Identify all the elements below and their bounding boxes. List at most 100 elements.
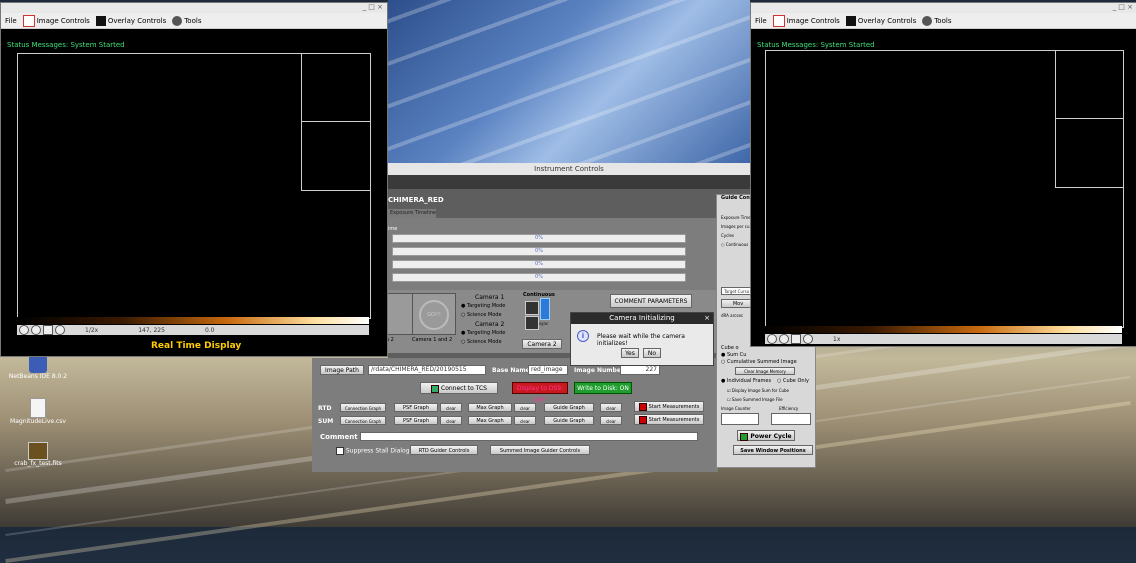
zoom-reset-icon[interactable] (55, 325, 65, 335)
rtd-guider-controls-button[interactable]: RTD Guider Controls (410, 445, 478, 455)
rtd-clear-button[interactable]: clear (440, 403, 462, 412)
continuous-toggle-1[interactable] (525, 301, 539, 315)
menu-overlay-controls[interactable]: Overlay Controls (95, 15, 166, 26)
clear-memory-button[interactable]: Clear Image Memory (735, 367, 795, 375)
desktop-icon-csv[interactable]: MagnitudeLive.csv (8, 398, 68, 425)
status-message: Status Messages: System Started (7, 41, 125, 49)
power-cycle-button[interactable]: Power Cycle (737, 430, 795, 441)
menu-tools[interactable]: Tools (172, 15, 201, 26)
desktop-icon-label: MagnitudeLive.csv (10, 418, 66, 425)
camera-1-and-2-button[interactable]: GO!!! (412, 293, 456, 335)
window-controls[interactable]: _ □ × (1113, 3, 1133, 11)
image-counter-label: Image Counter (721, 406, 751, 411)
summed-guider-controls-button[interactable]: Summed Image Guider Controls (490, 445, 590, 455)
right-menubar: File Image Controls Overlay Controls Too… (751, 13, 1136, 29)
zoom-out-icon[interactable] (779, 334, 789, 344)
yes-button[interactable]: Yes (621, 348, 639, 358)
zoom-fit-icon[interactable] (791, 334, 801, 344)
menu-overlay-controls[interactable]: Overlay Controls (845, 15, 916, 26)
image-controls-icon (22, 14, 35, 27)
progress-area: ime 0% 0% 0% 0% (388, 218, 716, 290)
zoom-thumbnail (301, 121, 371, 191)
connect-tcs-button[interactable]: Connect to TCS (420, 382, 498, 394)
pan-thumbnail[interactable] (301, 53, 371, 123)
rtd-clear-button-2[interactable]: clear (514, 403, 536, 412)
menu-file[interactable]: File (755, 17, 767, 25)
images-per-cube-label: Images per cu (721, 224, 750, 229)
status-message: Status Messages: System Started (757, 41, 875, 49)
window-controls[interactable]: _ □ × (363, 3, 383, 11)
continuous-radio[interactable]: ○ Continuous (721, 242, 748, 247)
camera-button-a[interactable] (384, 293, 414, 335)
dra-label: dRA arcsec (721, 313, 744, 318)
sum-psf-graph-button[interactable]: PSF Graph (394, 416, 438, 425)
zoom-in-icon[interactable] (19, 325, 29, 335)
tools-icon (172, 15, 183, 26)
menu-tools[interactable]: Tools (922, 15, 951, 26)
image-path-field[interactable]: /rdata/CHIMERA_RED/20190515 (368, 365, 486, 375)
sum-clear-button[interactable]: clear (440, 416, 462, 425)
comment-parameters-button[interactable]: COMMENT PARAMETERS (610, 294, 692, 308)
progress-bar: 0% (392, 247, 686, 256)
zoom-in-icon[interactable] (767, 334, 777, 344)
menu-file[interactable]: File (5, 17, 17, 25)
tools-icon (922, 15, 933, 26)
zoom-reset-icon[interactable] (803, 334, 813, 344)
desktop-icon-fits[interactable]: crab_fx_test.fits (8, 442, 68, 467)
desktop-icon-netbeans[interactable]: NetBeans IDE 8.0.2 (8, 355, 68, 380)
sum-label: SUM (318, 418, 334, 425)
write-disk-button[interactable]: Write to Disk: ON (574, 382, 632, 394)
go-icon: GO!!! (419, 300, 449, 330)
rtd-max-graph-button[interactable]: Max Graph (468, 403, 512, 412)
close-icon[interactable]: × (704, 313, 710, 324)
desktop-icon-label: crab_fx_test.fits (14, 460, 62, 467)
rtd-clear-button-3[interactable]: clear (600, 403, 622, 412)
rtd-guide-graph-button[interactable]: Guide Graph (544, 403, 594, 412)
sum-clear-button-2[interactable]: clear (514, 416, 536, 425)
sync-toggle[interactable] (540, 298, 550, 320)
cumulative-radio[interactable]: ○ Cumulative Summed Image (721, 359, 797, 365)
no-button[interactable]: No (643, 348, 661, 358)
tab-exposure-timeline[interactable]: Exposure Timeline (388, 209, 436, 218)
colorbar (17, 317, 369, 324)
individual-frames-radio[interactable]: ● Individual Frames (721, 378, 771, 384)
camera-2-button[interactable]: Camera 2 (522, 339, 562, 349)
comment-field[interactable] (360, 432, 698, 441)
camera-initializing-dialog: Camera Initializing × i Please wait whil… (570, 312, 714, 366)
rtd-connection-graph-button[interactable]: Connection Graph (340, 403, 386, 412)
overlay-controls-icon (95, 15, 106, 26)
save-window-positions-button[interactable]: Save Window Positions (733, 445, 813, 455)
radio-targeting-2[interactable]: ● Targeting Mode (461, 330, 505, 336)
suppress-stall-checkbox[interactable]: Suppress Stall Dialog (336, 447, 410, 455)
colorbar (765, 326, 1122, 333)
radio-science-1[interactable]: ○ Science Mode (461, 312, 502, 318)
radio-science-2[interactable]: ○ Science Mode (461, 339, 502, 345)
base-name-field[interactable]: red_image (528, 365, 568, 375)
sum-start-measurements-button[interactable]: Start Measurements (634, 414, 704, 425)
sum-max-graph-button[interactable]: Max Graph (468, 416, 512, 425)
display-off-button[interactable]: Display to DS9: OFF (512, 382, 568, 404)
right-display-window: _ □ × File Image Controls Overlay Contro… (750, 2, 1136, 347)
sum-connection-graph-button[interactable]: Connection Graph (340, 416, 386, 425)
pan-thumbnail[interactable] (1055, 50, 1124, 120)
save-summed-checkbox[interactable]: ☐ Save Summed Image File (727, 397, 783, 402)
radio-targeting-1[interactable]: ● Targeting Mode (461, 303, 505, 309)
image-number-label: Image Number (574, 367, 624, 374)
sum-guide-graph-button[interactable]: Guide Graph (544, 416, 594, 425)
zoom-fit-icon[interactable] (43, 325, 53, 335)
lower-control-panel: Image Path /rdata/CHIMERA_RED/20190515 B… (312, 358, 718, 472)
display-sum-checkbox[interactable]: ☑ Display Image Sum for Cube (727, 388, 789, 393)
cube-only-radio[interactable]: ○ Cube Only (777, 378, 809, 384)
cursor-coords: 147, 225 (138, 326, 165, 334)
menu-image-controls[interactable]: Image Controls (22, 14, 90, 27)
image-path-button[interactable]: Image Path (320, 365, 364, 375)
sum-clear-button-3[interactable]: clear (600, 416, 622, 425)
rtd-psf-graph-button[interactable]: PSF Graph (394, 403, 438, 412)
zoom-out-icon[interactable] (31, 325, 41, 335)
status-indicator (740, 432, 749, 441)
sum-cube-radio[interactable]: ● Sum Cu (721, 352, 746, 358)
menu-image-controls[interactable]: Image Controls (772, 14, 840, 27)
continuous-toggle-2[interactable] (525, 316, 539, 330)
image-number-field[interactable]: 227 (620, 365, 660, 375)
rtd-start-measurements-button[interactable]: Start Measurements (634, 401, 704, 412)
